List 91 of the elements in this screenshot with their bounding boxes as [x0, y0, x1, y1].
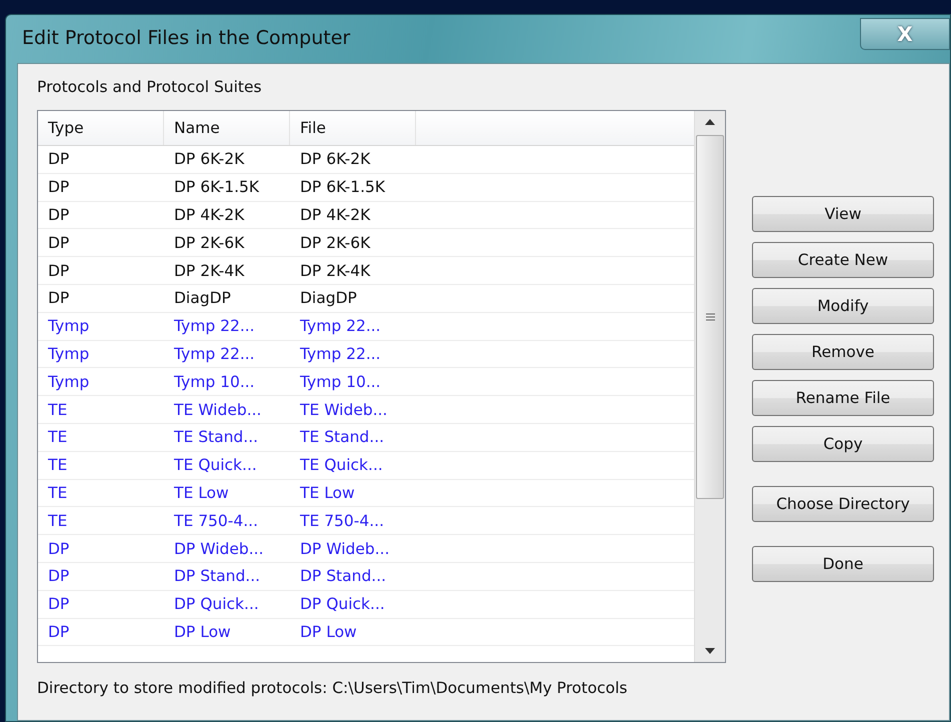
- column-header[interactable]: Type: [38, 111, 164, 145]
- table-cell-text: DP Wideb...: [173, 540, 264, 558]
- table-cell-text: Tymp 22...: [299, 344, 382, 363]
- table-cell-text: DP 6K-2K: [173, 150, 246, 168]
- table-cell-text: DP: [47, 289, 70, 308]
- window-title: Edit Protocol Files in the Computer: [22, 27, 350, 49]
- table-cell-text: DP: [47, 595, 70, 614]
- list-row[interactable]: Tymp Tymp 22... Tymp 22...: [38, 312, 694, 341]
- table-cell-text: DP 4K-2K: [173, 206, 246, 224]
- table-cell-text: DP: [47, 178, 70, 196]
- table-cell-text: DP 2K-6K: [173, 234, 246, 252]
- table-cell-text: TE: [47, 512, 68, 530]
- table-cell-text: DP 6K-1.5K: [173, 178, 260, 196]
- table-cell-text: DP: [47, 262, 70, 280]
- table-cell-text: DP Quick...: [173, 595, 260, 614]
- list-row[interactable]: TE TE 750-4... TE 750-4...: [38, 507, 694, 536]
- table-cell-text: DP 6K-1.5K: [299, 178, 386, 196]
- table-cell-text: DP: [47, 234, 70, 252]
- group-label: Protocols and Protocol Suites: [37, 78, 263, 96]
- table-cell-text: DiagDP: [173, 289, 232, 308]
- action-button[interactable]: Create New: [752, 242, 934, 278]
- list-row[interactable]: TE TE Quick... TE Quick...: [38, 452, 694, 480]
- table-cell-text: DP 2K-4K: [299, 262, 372, 280]
- column-header[interactable]: File: [290, 111, 416, 145]
- scroll-down-icon[interactable]: [705, 648, 715, 654]
- table-cell-text: TE: [47, 400, 68, 419]
- table-cell-text: DP Stand...: [299, 567, 388, 586]
- table-cell-text: DP 4K-2K: [299, 206, 372, 224]
- table-cell-text: DP: [47, 567, 70, 586]
- table-cell-text: DP Wideb...: [299, 540, 390, 558]
- list-row[interactable]: DP DP Wideb... DP Wideb...: [38, 535, 694, 563]
- action-button[interactable]: Rename File: [752, 380, 934, 416]
- action-button[interactable]: Copy: [752, 426, 934, 462]
- scrollbar[interactable]: [694, 111, 725, 662]
- table-cell-text: DP: [47, 150, 70, 168]
- list-row[interactable]: TE TE Wideb... TE Wideb...: [38, 396, 694, 424]
- list-row[interactable]: DP DP Stand... DP Stand...: [38, 562, 694, 591]
- table-cell-text: TE: [47, 456, 68, 474]
- table-cell-text: DP Stand...: [173, 567, 262, 586]
- action-button[interactable]: Choose Directory: [752, 486, 934, 522]
- list-row[interactable]: DP DP 2K-4K DP 2K-4K: [38, 257, 694, 285]
- list-row[interactable]: DP DiagDP DiagDP: [38, 284, 694, 313]
- table-cell-text: Tymp 10...: [299, 372, 382, 391]
- action-button[interactable]: Remove: [752, 334, 934, 370]
- table-cell-text: DP: [47, 622, 70, 641]
- grip-icon: [706, 313, 714, 321]
- table-cell-text: TE 750-4...: [173, 512, 260, 530]
- action-button[interactable]: View: [752, 196, 934, 232]
- table-cell-text: TE Low: [173, 484, 230, 502]
- table-cell-text: TE Low: [299, 484, 356, 502]
- scroll-up-icon[interactable]: [705, 119, 715, 125]
- action-button[interactable]: Modify: [752, 288, 934, 324]
- list-row[interactable]: DP DP 2K-6K DP 2K-6K: [38, 229, 694, 258]
- table-cell-text: TE Wideb...: [299, 400, 388, 419]
- table-cell-text: TE Stand...: [173, 428, 260, 446]
- table-cell-text: DP Low: [299, 622, 358, 641]
- table-cell-text: TE 750-4...: [299, 512, 386, 530]
- table-cell-text: TE Quick...: [173, 456, 258, 474]
- table-cell-text: Tymp 22...: [173, 344, 256, 363]
- table-cell-text: Tymp 10...: [173, 372, 256, 391]
- directory-path-text: Directory to store modified protocols: C:\Users\Tim\Documents\My Protocols: [37, 679, 628, 697]
- table-cell-text: Tymp: [47, 372, 90, 391]
- table-cell-text: DP Low: [173, 622, 232, 641]
- list-row[interactable]: TE TE Low TE Low: [38, 480, 694, 508]
- table-cell-text: TE: [47, 484, 68, 502]
- table-cell-text: TE Wideb...: [173, 400, 262, 419]
- table-cell-text: TE Stand...: [299, 428, 386, 446]
- table-cell-text: DP: [47, 206, 70, 224]
- list-row[interactable]: Tymp Tymp 10... Tymp 10...: [38, 368, 694, 396]
- table-cell-text: DP 6K-2K: [299, 150, 372, 168]
- table-cell-text: Tymp: [47, 344, 90, 363]
- list-row[interactable]: TE TE Stand... TE Stand...: [38, 424, 694, 452]
- list-row[interactable]: DP DP 4K-2K DP 4K-2K: [38, 202, 694, 230]
- list-row[interactable]: Tymp Tymp 22... Tymp 22...: [38, 340, 694, 368]
- table-cell-text: TE: [47, 428, 68, 446]
- list-row[interactable]: DP DP 6K-1.5K DP 6K-1.5K: [38, 174, 694, 202]
- table-cell-text: DP: [47, 540, 70, 558]
- table-cell-text: DP Quick...: [299, 595, 386, 614]
- table-cell-text: DP 2K-4K: [173, 262, 246, 280]
- action-button[interactable]: Done: [752, 546, 934, 582]
- table-cell-text: DiagDP: [299, 289, 358, 308]
- table-cell-text: Tymp 22...: [299, 317, 382, 336]
- list-row[interactable]: DP DP 6K-2K DP 6K-2K: [38, 146, 694, 174]
- table-cell-text: TE Quick...: [299, 456, 384, 474]
- table-cell-text: DP 2K-6K: [299, 234, 372, 252]
- column-header[interactable]: Name: [164, 111, 290, 145]
- scroll-thumb[interactable]: [696, 135, 724, 499]
- list-row[interactable]: DP DP Quick... DP Quick...: [38, 590, 694, 619]
- table-cell-text: Tymp: [47, 317, 90, 336]
- list-row[interactable]: DP DP Low DP Low: [38, 618, 694, 646]
- table-cell-text: Tymp 22...: [173, 317, 256, 336]
